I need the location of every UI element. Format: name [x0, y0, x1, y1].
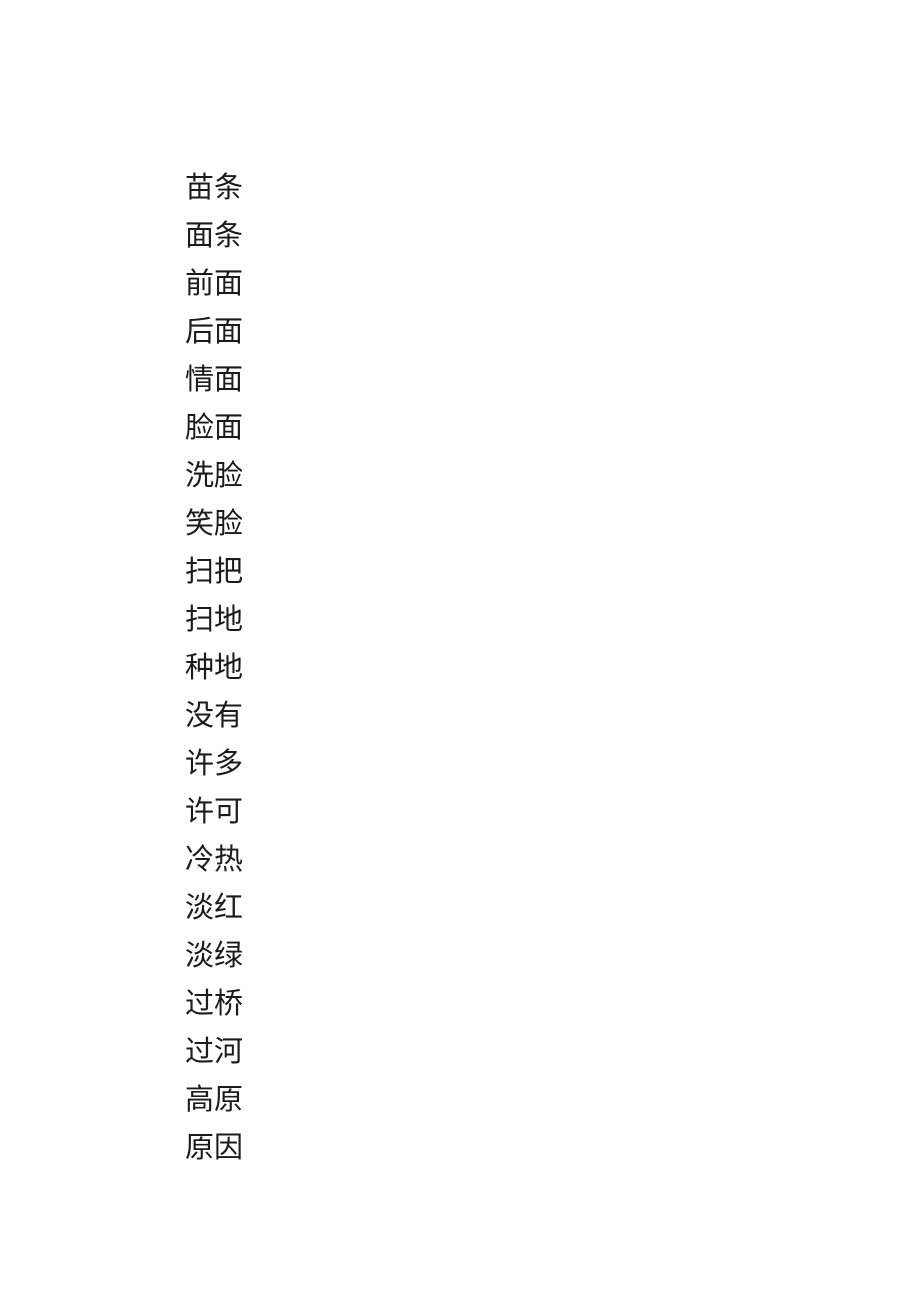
- list-item: 淡红: [185, 890, 244, 924]
- list-item: 情面: [185, 362, 244, 396]
- list-item: 前面: [185, 266, 244, 300]
- list-item: 洗脸: [185, 458, 244, 492]
- list-item: 淡绿: [185, 938, 244, 972]
- list-item: 高原: [185, 1082, 244, 1116]
- list-item: 扫地: [185, 602, 244, 636]
- list-item: 许可: [185, 794, 244, 828]
- document-page: 苗条 面条 前面 后面 情面 脸面 洗脸 笑脸 扫把 扫地 种地 没有 许多 许…: [0, 0, 920, 1302]
- list-item: 过桥: [185, 986, 244, 1020]
- list-item: 脸面: [185, 410, 244, 444]
- list-item: 苗条: [185, 170, 244, 204]
- list-item: 后面: [185, 314, 244, 348]
- word-list: 苗条 面条 前面 后面 情面 脸面 洗脸 笑脸 扫把 扫地 种地 没有 许多 许…: [185, 163, 485, 1171]
- list-item: 原因: [185, 1130, 244, 1164]
- list-item: 冷热: [185, 842, 244, 876]
- list-item: 许多: [185, 746, 244, 780]
- list-item: 过河: [185, 1034, 244, 1068]
- list-item: 没有: [185, 698, 244, 732]
- list-item: 面条: [185, 218, 244, 252]
- list-item: 笑脸: [185, 506, 244, 540]
- list-item: 扫把: [185, 554, 244, 588]
- list-item: 种地: [185, 650, 244, 684]
